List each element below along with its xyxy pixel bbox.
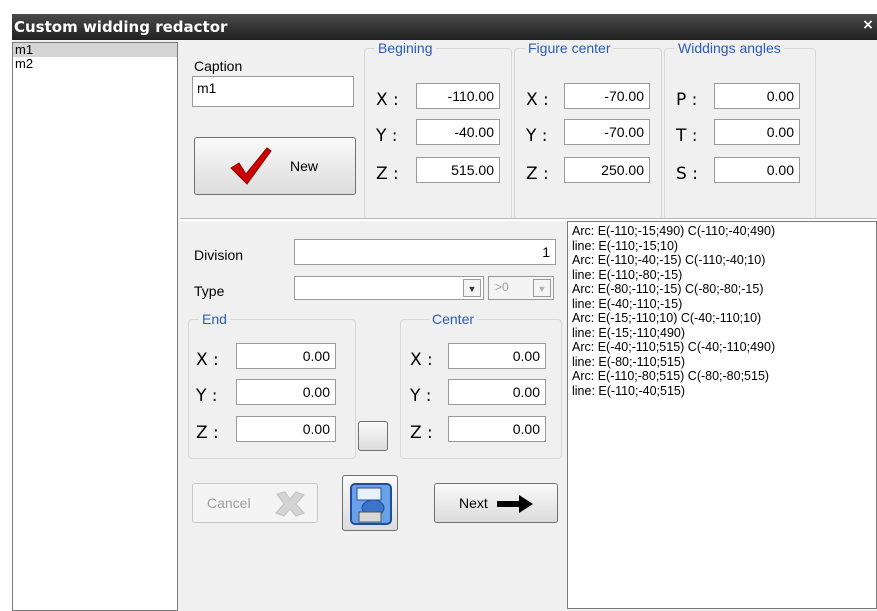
angle-p-label: P : [676,90,698,110]
next-button[interactable]: Next [434,483,558,523]
begining-y-input[interactable]: -40.00 [416,119,500,145]
center-z-input[interactable]: 0.00 [448,416,546,442]
save-button[interactable] [342,475,398,531]
end-x-label: X : [196,350,219,370]
figure-center-y-label: Y : [526,126,548,146]
end-x-input[interactable]: 0.00 [236,343,336,369]
log-line: Arc: E(-15;-110;10) C(-40;-110;10) [572,311,762,325]
angle-t-input[interactable]: 0.00 [714,119,800,145]
begining-x-label: X : [376,90,399,110]
angle-p-input[interactable]: 0.00 [714,83,800,109]
log-line: Arc: E(-110;-40;-15) C(-110;-40;10) [572,253,766,267]
widding-redactor-window: Custom widding redactor × m1 m2 Caption … [12,14,877,611]
list-item[interactable]: m1 [13,43,177,57]
figure-center-x-label: X : [526,90,549,110]
save-icon [350,483,392,525]
center-legend: Center [432,311,475,327]
angle-s-label: S : [676,164,698,184]
winding-list[interactable]: m1 m2 [12,42,178,611]
log-line: Arc: E(-80;-110;-15) C(-80;-80;-15) [572,282,764,296]
end-legend: End [202,311,227,327]
center-z-label: Z : [410,423,433,443]
list-item[interactable]: m2 [13,57,177,71]
chevron-down-icon: ▼ [533,279,551,297]
log-line: Arc: E(-110;-15;490) C(-110;-40;490) [572,224,776,238]
begining-legend: Begining [378,40,433,56]
begining-y-label: Y : [376,126,398,146]
log-line: line: E(-110;-40;515) [572,383,686,398]
type-select[interactable]: ▼ [294,276,484,300]
close-icon[interactable]: × [861,17,875,33]
header-panel: Caption m1 New Begining X : -110.00 Y : … [180,40,877,220]
client-area: m1 m2 Caption m1 New Begining X : -110.0… [12,40,877,611]
next-button-label: Next [459,495,488,511]
end-z-label: Z : [196,423,219,443]
begining-x-input[interactable]: -110.00 [416,83,500,109]
figure-center-legend: Figure center [528,40,611,56]
center-y-label: Y : [410,386,432,406]
x-icon [275,491,305,517]
center-y-input[interactable]: 0.00 [448,379,546,405]
title-bar[interactable]: Custom widding redactor × [12,14,877,40]
new-button[interactable]: New [194,137,356,195]
segment-log-list[interactable]: Arc: E(-110;-15;490) C(-110;-40;490) lin… [567,221,877,609]
chevron-down-icon[interactable]: ▼ [463,279,481,297]
end-z-input[interactable]: 0.00 [236,416,336,442]
type-filter-select: >0 ▼ [488,276,554,300]
caption-label: Caption [194,58,243,74]
division-label: Division [194,247,244,263]
figure-center-z-label: Z : [526,164,549,184]
log-line: line: E(-15;-110;490) [572,325,686,340]
log-line: Arc: E(-40;-110;515) C(-40;-110;490) [572,340,776,354]
widdings-angles-legend: Widdings angles [678,40,781,56]
checkmark-icon [230,147,272,185]
new-button-label: New [290,158,319,174]
angle-t-label: T : [676,126,698,146]
cancel-button: Cancel [192,483,318,523]
figure-center-z-input[interactable]: 250.00 [564,157,650,183]
window-title: Custom widding redactor [14,18,228,36]
type-filter-value: >0 [495,280,509,294]
log-line: line: E(-40;-110;-15) [572,296,683,311]
figure-center-x-input[interactable]: -70.00 [564,83,650,109]
division-input[interactable]: 1 [294,239,556,265]
begining-z-label: Z : [376,164,399,184]
center-x-input[interactable]: 0.00 [448,343,546,369]
toggle-button[interactable] [358,421,388,451]
type-label: Type [194,283,225,299]
center-x-label: X : [410,350,433,370]
begining-z-input[interactable]: 515.00 [416,157,500,183]
figure-center-y-input[interactable]: -70.00 [564,119,650,145]
end-y-input[interactable]: 0.00 [236,379,336,405]
end-y-label: Y : [196,386,218,406]
log-line: line: E(-80;-110;515) [572,354,686,369]
log-line: line: E(-110;-80;-15) [572,267,683,282]
arrow-right-icon [497,495,533,513]
log-line: line: E(-110;-15;10) [572,238,679,253]
log-line: Arc: E(-110;-80;515) C(-80;-80;515) [572,369,770,383]
caption-input[interactable]: m1 [192,76,354,107]
cancel-button-label: Cancel [207,495,251,511]
angle-s-input[interactable]: 0.00 [714,157,800,183]
segment-editor: Division 1 Type ▼ >0 ▼ End X : 0.00 Y : … [180,221,565,609]
